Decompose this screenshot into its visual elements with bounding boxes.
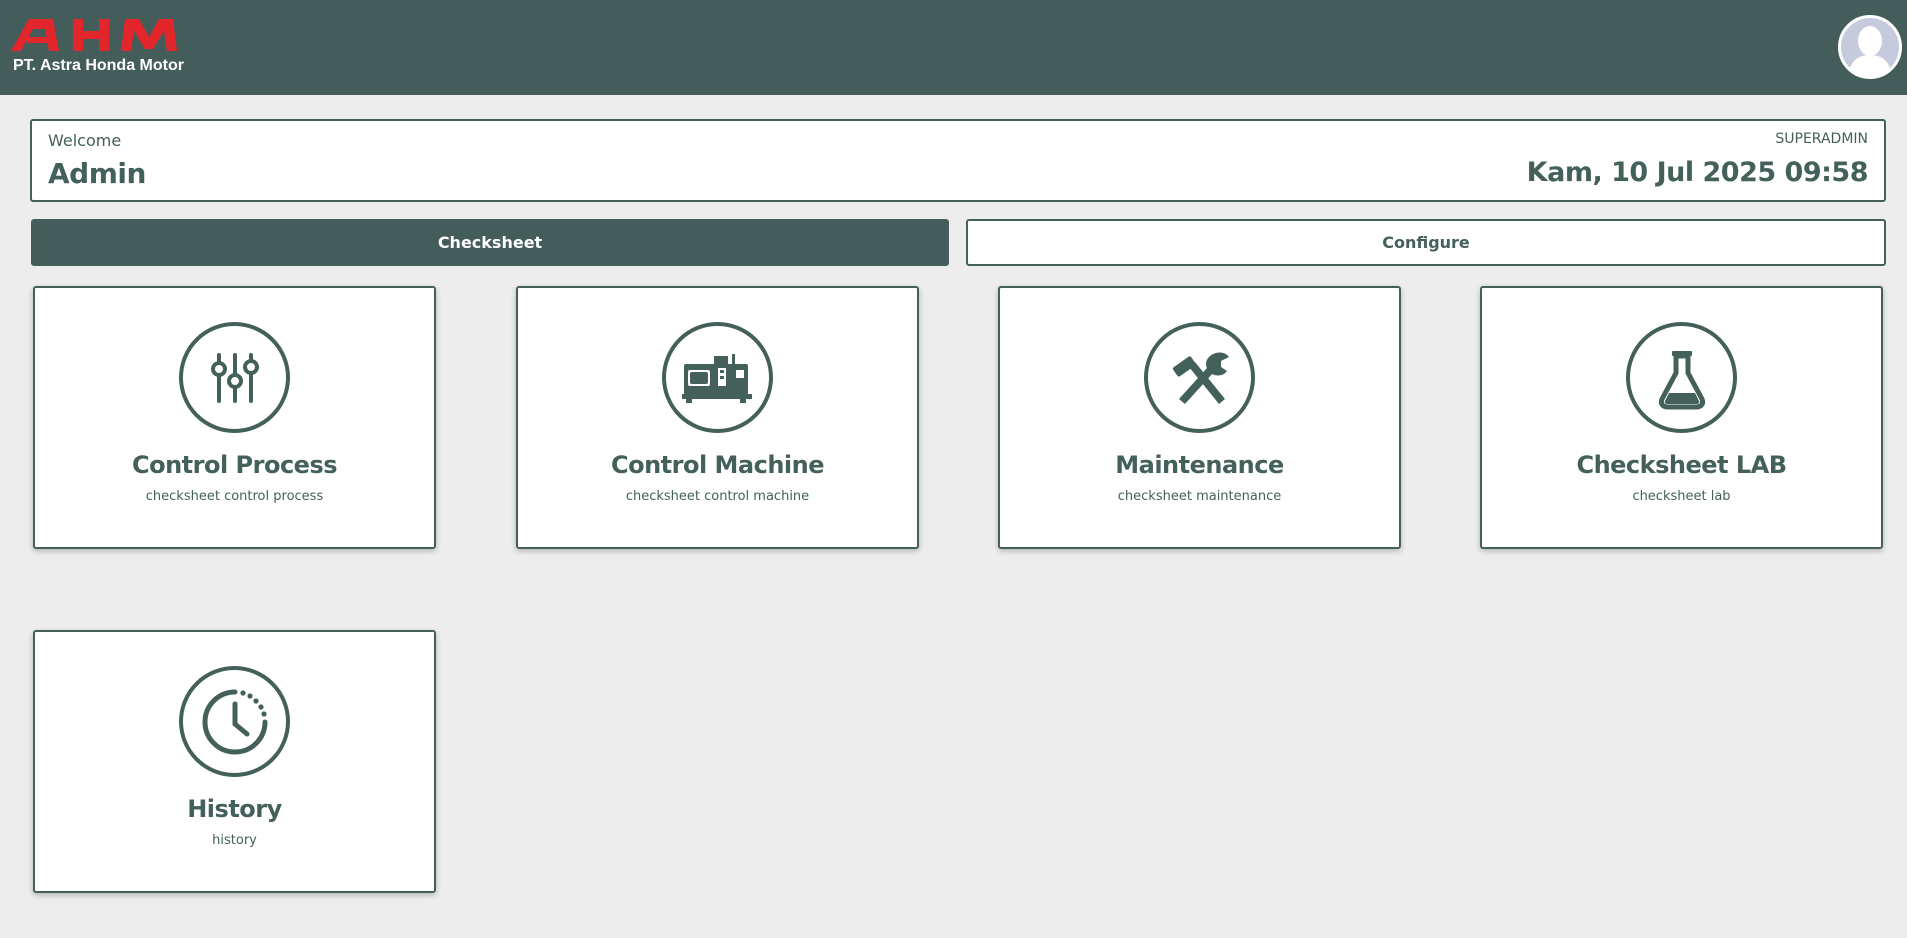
hammer-wrench-icon (1144, 322, 1255, 433)
card-maintenance[interactable]: Maintenance checksheet maintenance (998, 286, 1401, 549)
card-control-machine[interactable]: Control Machine checksheet control machi… (516, 286, 919, 549)
card-checksheet-lab[interactable]: Checksheet LAB checksheet lab (1480, 286, 1883, 549)
flask-icon (1626, 322, 1737, 433)
card-control-process[interactable]: Control Process checksheet control proce… (33, 286, 436, 549)
sliders-icon (179, 322, 290, 433)
current-datetime: Kam, 10 Jul 2025 09:58 (1526, 157, 1869, 188)
tab-configure[interactable]: Configure (966, 219, 1886, 266)
ahm-logo[interactable]: PT. Astra Honda Motor (11, 17, 196, 79)
user-role: SUPERADMIN (1775, 131, 1868, 147)
user-avatar-icon[interactable] (1838, 15, 1902, 79)
tab-checksheet[interactable]: Checksheet (31, 219, 949, 266)
cnc-machine-icon (662, 322, 773, 433)
card-title: History (187, 795, 282, 823)
company-name: PT. Astra Honda Motor (13, 57, 184, 74)
card-subtitle: checksheet control process (145, 489, 324, 504)
ahm-logo-mark (11, 19, 177, 51)
welcome-label: Welcome (48, 131, 122, 150)
user-name: Admin (48, 157, 146, 190)
welcome-panel: Welcome Admin SUPERADMIN Kam, 10 Jul 202… (30, 119, 1886, 202)
card-subtitle: checksheet control machine (625, 489, 810, 504)
card-subtitle: checksheet lab (1632, 489, 1731, 504)
card-title: Checksheet LAB (1576, 451, 1787, 479)
card-title: Control Process (131, 451, 338, 479)
card-history[interactable]: History history (33, 630, 436, 893)
card-subtitle: history (212, 833, 257, 848)
card-title: Maintenance (1115, 451, 1284, 479)
card-subtitle: checksheet maintenance (1117, 489, 1282, 504)
card-title: Control Machine (610, 451, 825, 479)
history-clock-icon (179, 666, 290, 777)
top-bar: PT. Astra Honda Motor (0, 0, 1907, 95)
